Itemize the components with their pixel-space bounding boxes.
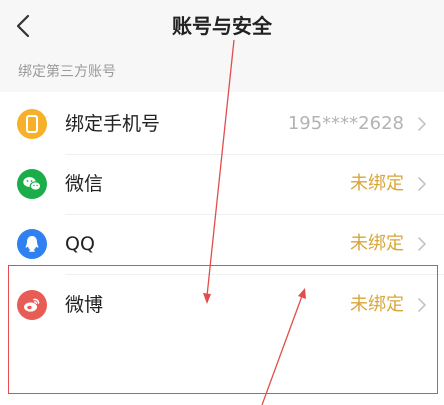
row-value: 未绑定 — [350, 173, 404, 194]
row-value: 未绑定 — [350, 233, 404, 254]
section-label: 绑定第三方账号 — [18, 64, 116, 80]
divider — [65, 274, 444, 275]
section-header: 绑定第三方账号 — [0, 52, 444, 92]
top-bar: 账号与安全 — [0, 0, 444, 52]
row-value: 未绑定 — [350, 294, 404, 315]
row-label: 微信 — [65, 173, 104, 195]
row-label: 微博 — [65, 294, 104, 316]
row-label: QQ — [65, 233, 95, 255]
chevron-right-icon — [418, 298, 426, 312]
row-bind-wechat[interactable]: 微信 未绑定 — [0, 155, 444, 215]
row-bind-phone[interactable]: 绑定手机号 195****2628 — [0, 95, 444, 155]
chevron-right-icon — [418, 117, 426, 131]
row-value: 195****2628 — [287, 113, 404, 134]
row-bind-weibo[interactable]: 微博 未绑定 — [0, 276, 444, 336]
weibo-icon — [17, 290, 47, 320]
row-bind-qq[interactable]: QQ 未绑定 — [0, 215, 444, 275]
phone-icon — [17, 109, 47, 139]
row-label: 绑定手机号 — [65, 113, 161, 135]
chevron-right-icon — [418, 177, 426, 191]
qq-icon — [17, 229, 47, 259]
chevron-right-icon — [418, 237, 426, 251]
wechat-icon — [17, 169, 47, 199]
page-title: 账号与安全 — [172, 14, 272, 38]
